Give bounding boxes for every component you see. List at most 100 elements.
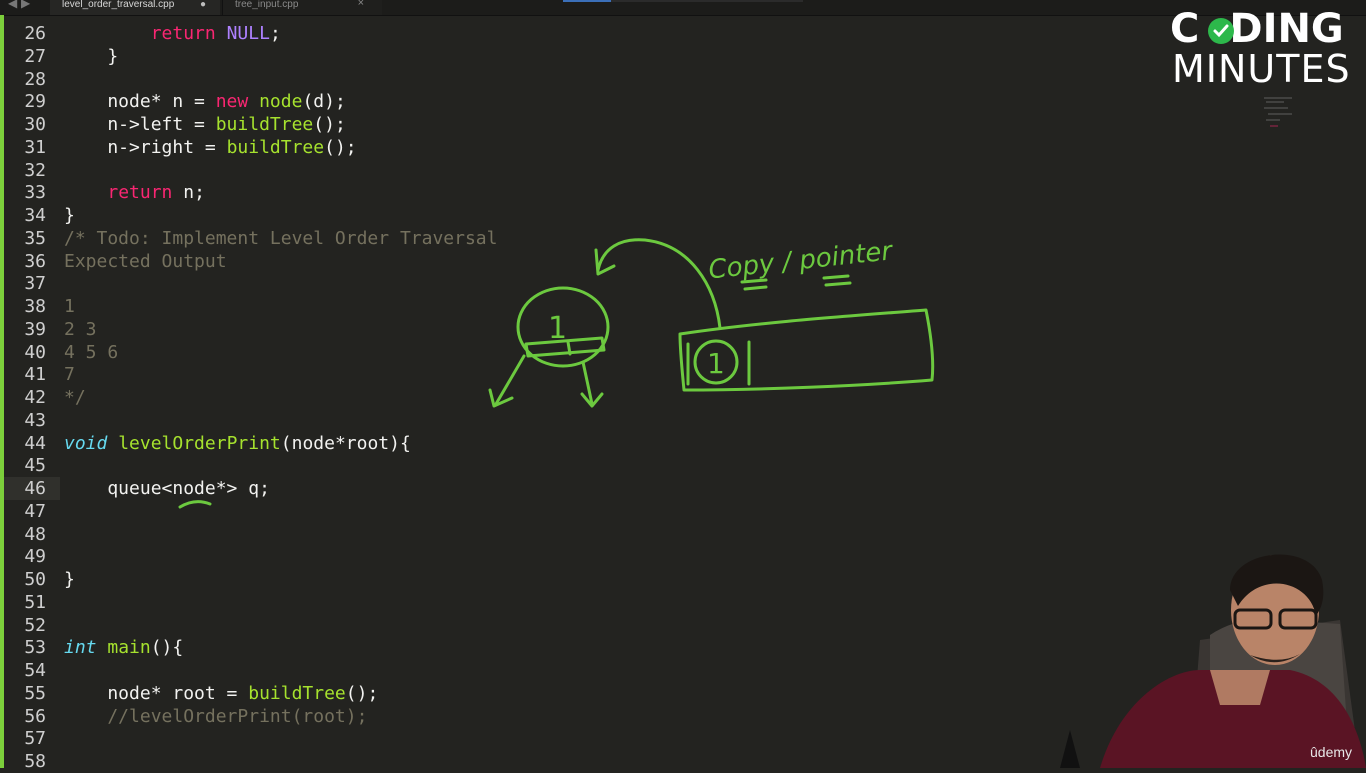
line-number: 56 — [24, 705, 46, 727]
code-token: buildTree — [226, 136, 325, 158]
code-token: queue<node*> q; — [64, 478, 270, 499]
line-number: 29 — [24, 91, 46, 113]
line-number: 40 — [24, 341, 46, 363]
line-number: 53 — [24, 637, 46, 659]
code-token: (); — [324, 136, 357, 158]
code-line[interactable]: //levelOrderPrint(root); — [64, 705, 367, 728]
code-line[interactable]: } — [64, 204, 75, 227]
line-number: 52 — [24, 614, 46, 636]
line-number: 35 — [24, 227, 46, 249]
code-token: } — [64, 45, 119, 67]
code-token: */ — [64, 387, 86, 408]
line-number: 39 — [24, 318, 46, 340]
code-token: buildTree — [248, 682, 346, 704]
line-number: 54 — [24, 660, 46, 681]
line-number: 34 — [24, 205, 46, 226]
code-line[interactable]: 4 5 6 — [64, 341, 118, 364]
code-token: void — [64, 432, 108, 454]
code-token: new — [215, 91, 249, 113]
code-line[interactable]: n->right = buildTree(); — [64, 136, 357, 159]
line-number: 36 — [24, 250, 46, 272]
code-token: NULL — [226, 23, 270, 44]
code-token: /* Todo: Implement Level Order Traversal — [64, 227, 498, 249]
code-token: 2 3 — [64, 318, 97, 340]
code-line[interactable]: queue<node*> q; — [64, 477, 270, 500]
code-token: 7 — [64, 364, 75, 386]
minimap[interactable] — [1262, 90, 1302, 130]
code-line[interactable]: int main(){ — [64, 636, 183, 659]
line-number: 50 — [24, 569, 46, 590]
code-token: //levelOrderPrint(root); — [64, 705, 368, 727]
code-line[interactable]: return NULL; — [64, 22, 281, 45]
line-number: 58 — [24, 751, 46, 772]
line-number: 44 — [24, 432, 46, 454]
code-token: main — [107, 637, 151, 659]
code-token: levelOrderPrint — [118, 432, 281, 454]
line-number: 32 — [24, 159, 46, 181]
code-line[interactable]: 1 — [64, 295, 75, 318]
check-icon — [1208, 18, 1234, 44]
code-line[interactable]: } — [64, 568, 75, 591]
code-token: (d); — [302, 91, 346, 113]
code-line[interactable]: */ — [64, 386, 86, 409]
code-token: return — [150, 23, 216, 44]
logo-line2: MINUTES — [1172, 47, 1351, 91]
code-token: n; — [172, 182, 205, 204]
code-line[interactable]: Expected Output — [64, 250, 227, 273]
line-number: 47 — [24, 500, 46, 522]
line-number: 30 — [24, 114, 46, 135]
code-token: node* root = — [64, 682, 249, 704]
line-number: 26 — [24, 23, 46, 44]
line-number: 27 — [24, 45, 46, 67]
line-number: 57 — [24, 728, 46, 750]
line-number: 33 — [24, 182, 46, 204]
code-line[interactable]: 7 — [64, 363, 75, 386]
code-token: buildTree — [215, 114, 314, 135]
code-token: node* n = — [64, 91, 216, 113]
line-number: 48 — [24, 523, 46, 545]
udemy-watermark: ûdemy — [1310, 744, 1353, 760]
line-number: 42 — [24, 387, 46, 408]
code-line[interactable]: void levelOrderPrint(node*root){ — [64, 432, 411, 455]
code-line[interactable]: return n; — [64, 181, 205, 204]
code-line[interactable]: n->left = buildTree(); — [64, 113, 345, 136]
code-token: } — [64, 569, 75, 590]
code-token: int — [64, 637, 97, 659]
line-number: 49 — [24, 546, 46, 568]
line-number: 46 — [24, 478, 46, 499]
line-number: 37 — [24, 273, 46, 295]
code-line[interactable]: } — [64, 45, 118, 68]
code-token: node — [259, 91, 303, 113]
logo-line1: C DING — [1170, 6, 1344, 52]
code-token: } — [64, 205, 75, 226]
code-line[interactable]: node* n = new node(d); — [64, 90, 346, 113]
line-number: 51 — [24, 591, 46, 613]
presenter-webcam — [1060, 554, 1366, 768]
code-token: (); — [345, 682, 379, 704]
line-number: 41 — [24, 364, 46, 386]
code-editor[interactable]: return NULL; } node* n = new node(d); n-… — [64, 0, 964, 768]
line-number: 43 — [24, 409, 46, 431]
code-line[interactable]: node* root = buildTree(); — [64, 682, 378, 705]
code-token: n->left = — [64, 114, 216, 135]
code-token: (node*root){ — [280, 432, 411, 454]
line-number: 55 — [24, 682, 46, 704]
line-number: 31 — [24, 136, 46, 158]
coding-minutes-logo: C DING MINUTES — [1170, 6, 1360, 91]
line-number: 45 — [24, 455, 46, 477]
code-token: ; — [269, 23, 281, 44]
code-token: Expected Output — [64, 250, 227, 272]
code-line[interactable]: 2 3 — [64, 318, 97, 341]
line-number: 38 — [24, 296, 46, 317]
code-line[interactable]: /* Todo: Implement Level Order Traversal — [64, 227, 497, 250]
code-token: return — [107, 182, 173, 204]
line-number: 28 — [24, 68, 46, 90]
line-number-gutter: 26 27 28 29 30 31 32 33 34 35 36 37 38 39 40 41 42 43 44 45… — [4, 0, 50, 772]
code-token: (){ — [150, 637, 184, 659]
